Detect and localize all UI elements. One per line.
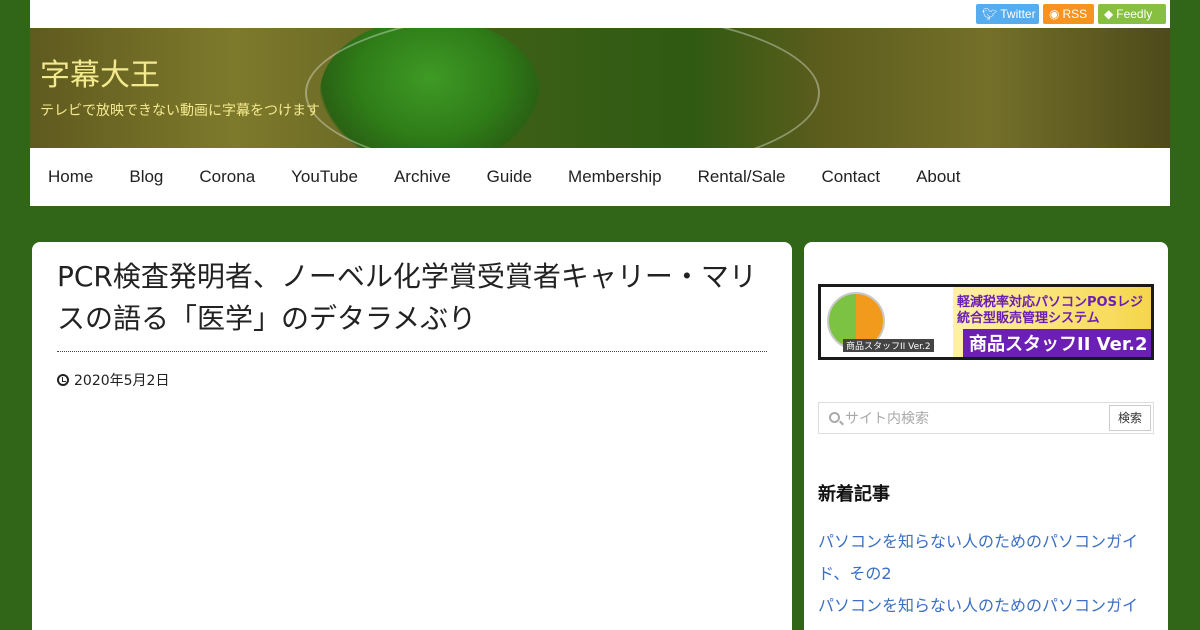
nav-item-youtube[interactable]: YouTube <box>273 148 376 206</box>
article-card: PCR検査発明者、ノーベル化学賞受賞者キャリー・マリスの語る「医学」のデタラメぶ… <box>32 242 792 630</box>
nav-item-corona[interactable]: Corona <box>181 148 273 206</box>
rss-icon: ◉ <box>1049 7 1060 21</box>
header-banner: 字幕大王 テレビで放映できない動画に字幕をつけます <box>30 28 1170 148</box>
article-title: PCR検査発明者、ノーベル化学賞受賞者キャリー・マリスの語る「医学」のデタラメぶ… <box>57 260 757 335</box>
ad-logo-caption: 商品スタッフII Ver.2 <box>843 339 934 352</box>
recent-posts-list: パソコンを知らない人のためのパソコンガイ ド、その2 パソコンを知らない人のため… <box>818 526 1154 622</box>
recent-posts-title: 新着記事 <box>818 484 890 505</box>
search-button[interactable]: 検索 <box>1109 405 1151 431</box>
nav-item-guide[interactable]: Guide <box>469 148 550 206</box>
rss-label: RSS <box>1062 7 1088 21</box>
post-date: 2020年5月2日 <box>57 370 169 390</box>
ad-banner[interactable]: 商品スタッフII Ver.2 軽減税率対応パソコンPOSレジ 統合型販売管理シス… <box>818 284 1154 360</box>
twitter-button[interactable]: 🐦︎ Twitter <box>976 4 1039 24</box>
search-icon <box>829 412 840 423</box>
site-description: テレビで放映できない動画に字幕をつけます <box>40 103 320 119</box>
recent-post-link[interactable]: ド、その2 <box>818 558 1154 590</box>
nav-item-blog[interactable]: Blog <box>111 148 181 206</box>
ad-line-3: 商品スタッフII Ver.2 <box>963 329 1151 357</box>
main-navigation: Home Blog Corona YouTube Archive Guide M… <box>30 148 1170 206</box>
nav-item-home[interactable]: Home <box>30 148 111 206</box>
nav-item-rental-sale[interactable]: Rental/Sale <box>680 148 804 206</box>
nav-item-contact[interactable]: Contact <box>803 148 898 206</box>
glass-sphere-image <box>305 28 820 148</box>
nav-item-archive[interactable]: Archive <box>376 148 469 206</box>
nav-item-membership[interactable]: Membership <box>550 148 680 206</box>
twitter-icon: 🐦︎ <box>982 7 998 21</box>
feedly-label: Feedly <box>1116 7 1153 21</box>
site-title[interactable]: 字幕大王 <box>40 50 160 94</box>
search-form: 検索 <box>818 402 1154 434</box>
post-date-text: 2020年5月2日 <box>74 373 170 389</box>
sidebar: 商品スタッフII Ver.2 軽減税率対応パソコンPOSレジ 統合型販売管理シス… <box>804 242 1168 630</box>
social-bar: 🐦︎ Twitter ◉ RSS ◆ Feedly <box>30 0 1170 28</box>
feedly-button[interactable]: ◆ Feedly <box>1098 4 1166 24</box>
ad-line-2: 統合型販売管理システム <box>957 311 1100 326</box>
recent-post-link[interactable]: パソコンを知らない人のためのパソコンガイ <box>818 590 1154 622</box>
rss-button[interactable]: ◉ RSS <box>1043 4 1094 24</box>
twitter-label: Twitter <box>1000 7 1036 21</box>
feedly-icon: ◆ <box>1104 7 1114 21</box>
recent-post-link[interactable]: パソコンを知らない人のためのパソコンガイ <box>818 526 1154 558</box>
title-divider <box>57 351 767 352</box>
nav-item-about[interactable]: About <box>898 148 978 206</box>
search-input[interactable] <box>845 407 1105 431</box>
clock-icon <box>57 374 69 386</box>
